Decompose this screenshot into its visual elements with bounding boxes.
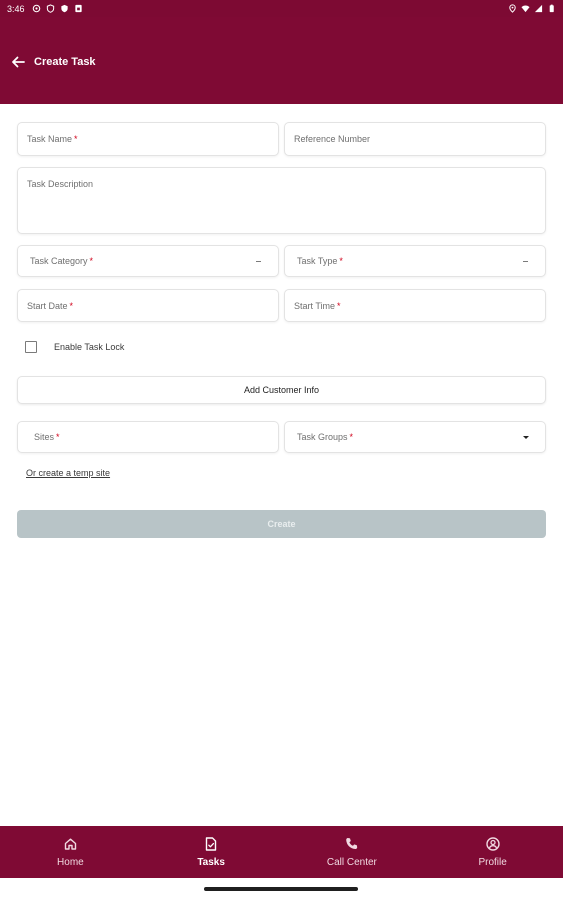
- dropdown-indicator-icon: [256, 261, 261, 262]
- create-button[interactable]: Create: [17, 510, 546, 538]
- status-time: 3:46: [7, 3, 25, 14]
- reference-number-label: Reference Number: [294, 134, 371, 144]
- sites-label-text: Sites: [34, 432, 55, 442]
- create-button-label: Create: [267, 519, 296, 529]
- start-date-field[interactable]: Start Date *: [17, 289, 279, 322]
- status-bar: 3:46: [0, 0, 563, 17]
- task-name-label: Task Name *: [18, 134, 78, 144]
- task-groups-label: Task Groups *: [285, 432, 353, 442]
- status-left: 3:46: [7, 4, 83, 14]
- task-groups-dropdown[interactable]: Task Groups *: [284, 421, 546, 453]
- home-gesture-bar[interactable]: [204, 887, 358, 891]
- nav-label-home: Home: [57, 856, 84, 868]
- enable-task-lock-label: Enable Task Lock: [54, 342, 125, 352]
- wifi-icon: [521, 5, 530, 13]
- start-date-label-text: Start Date: [27, 300, 68, 311]
- task-name-field[interactable]: Task Name *: [17, 122, 279, 156]
- arrow-left-icon: [12, 56, 25, 68]
- bottom-navigation: Home Tasks Call Center Profile: [0, 826, 563, 878]
- add-customer-info-label: Add Customer Info: [243, 385, 320, 395]
- nav-item-profile[interactable]: Profile: [422, 826, 563, 878]
- task-name-label-text: Task Name: [27, 134, 73, 144]
- home-icon: [63, 837, 77, 851]
- start-time-label: Start Time *: [285, 301, 341, 311]
- app-bar: Create Task: [0, 17, 563, 104]
- page-title: Create Task: [34, 56, 96, 68]
- nav-item-call-center[interactable]: Call Center: [282, 826, 423, 878]
- task-document-icon: [204, 836, 218, 851]
- nav-label-tasks: Tasks: [197, 856, 225, 868]
- battery-icon: [549, 4, 554, 13]
- required-asterisk: *: [89, 256, 94, 266]
- required-asterisk: *: [74, 134, 78, 144]
- required-asterisk: *: [349, 432, 354, 442]
- notification-circle-icon: [32, 4, 40, 13]
- task-type-dropdown[interactable]: Task Type *: [284, 245, 546, 277]
- required-asterisk: *: [337, 300, 341, 311]
- sites-field[interactable]: Sites *: [17, 421, 279, 453]
- shield-filled-icon: [60, 4, 68, 13]
- back-button[interactable]: [10, 55, 26, 69]
- task-category-label-text: Task Category: [30, 256, 88, 266]
- status-right: [508, 4, 556, 13]
- sites-label: Sites *: [18, 432, 60, 442]
- start-time-label-text: Start Time: [294, 300, 336, 311]
- task-groups-label-text: Task Groups: [297, 432, 348, 442]
- location-icon: [509, 4, 516, 13]
- start-time-field[interactable]: Start Time *: [284, 289, 546, 322]
- task-category-label: Task Category *: [18, 256, 93, 266]
- nav-item-tasks[interactable]: Tasks: [141, 826, 282, 878]
- reference-number-field[interactable]: Reference Number: [284, 122, 546, 156]
- enable-task-lock-row[interactable]: Enable Task Lock: [25, 341, 124, 353]
- required-asterisk: *: [339, 256, 343, 266]
- add-customer-info-button[interactable]: Add Customer Info: [17, 376, 546, 404]
- create-task-screen: 3:46 Create Task Task Name * Reference Nu…: [0, 0, 563, 900]
- nav-label-profile: Profile: [478, 856, 507, 868]
- required-asterisk: *: [56, 432, 60, 442]
- nav-item-home[interactable]: Home: [0, 826, 141, 878]
- task-type-label: Task Type *: [285, 256, 343, 266]
- task-description-field[interactable]: Task Description: [17, 167, 546, 234]
- task-description-label: Task Description: [27, 179, 94, 189]
- create-temp-site-link[interactable]: Or create a temp site: [26, 468, 110, 478]
- start-date-label: Start Date *: [18, 301, 73, 311]
- profile-icon: [485, 836, 500, 851]
- dropdown-indicator-icon: [523, 261, 528, 262]
- enable-task-lock-checkbox[interactable]: [25, 341, 37, 353]
- shield-outline-icon: [46, 4, 54, 13]
- required-asterisk: *: [69, 300, 74, 311]
- task-category-dropdown[interactable]: Task Category *: [17, 245, 279, 277]
- dropdown-arrow-icon: [523, 436, 529, 439]
- nav-label-call-center: Call Center: [326, 856, 377, 868]
- sim-card-icon: [74, 4, 82, 13]
- task-type-label-text: Task Type: [297, 256, 338, 266]
- signal-icon: [534, 4, 543, 13]
- phone-icon: [345, 837, 359, 851]
